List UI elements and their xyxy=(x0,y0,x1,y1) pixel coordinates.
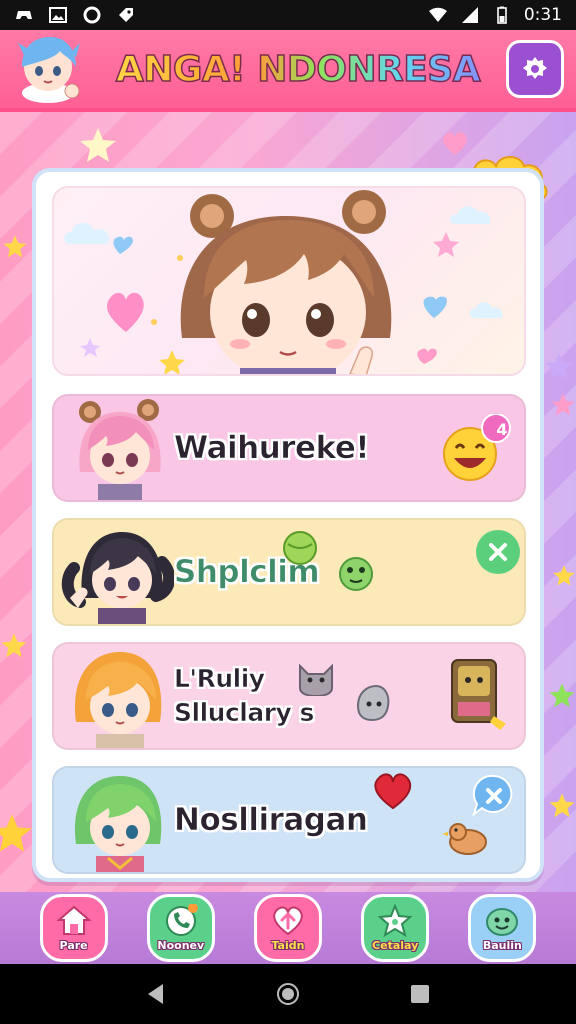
settings-button[interactable] xyxy=(506,40,564,98)
star-decoration-icon xyxy=(80,128,116,162)
back-icon[interactable] xyxy=(143,981,169,1007)
star-decoration-icon xyxy=(3,235,27,258)
menu-item-label-line2: Slluclary s xyxy=(174,698,315,728)
bear-girl-illustration xyxy=(64,190,503,374)
nav-item-taidn[interactable]: Taidn xyxy=(253,894,322,962)
nav-item-cetalay[interactable]: Cetalay xyxy=(361,894,430,962)
green-frog-icon xyxy=(339,557,373,591)
green-hair-boy-avatar xyxy=(54,768,174,872)
nav-label: Baulin xyxy=(482,939,522,952)
rock-icon xyxy=(356,684,390,722)
menu-item-shplclim[interactable]: Shplclim xyxy=(52,518,526,626)
green-ball-icon xyxy=(283,531,317,565)
menu-item-label: Noslliragan xyxy=(174,802,369,839)
chat-bubble-icon xyxy=(472,774,513,817)
heart-arrow-icon xyxy=(273,906,303,936)
nav-item-baulin[interactable]: Baulin xyxy=(468,894,537,962)
red-heart-icon xyxy=(374,773,412,810)
cat-icon xyxy=(299,663,333,696)
nav-label: Noonev xyxy=(157,939,205,952)
star-decoration-icon xyxy=(551,393,575,416)
book-character-icon xyxy=(451,659,506,730)
smiley-icon xyxy=(486,908,519,936)
hero-banner xyxy=(52,186,526,376)
star-decoration-icon xyxy=(545,353,573,379)
nav-label: Cetalay xyxy=(372,939,419,952)
pink-bear-girl-avatar xyxy=(54,396,174,500)
clock: 0:31 xyxy=(523,5,562,25)
nav-item-noonev[interactable]: Noonev xyxy=(146,894,215,962)
star-decoration-icon xyxy=(549,793,575,818)
image-icon xyxy=(48,5,68,25)
nav-label: Pare xyxy=(59,939,88,952)
menu-item-label: Waihureke! xyxy=(174,430,370,467)
dark-hair-girl-avatar xyxy=(54,520,176,624)
settings-icon xyxy=(523,57,547,79)
circle-icon xyxy=(82,5,102,25)
star-icon xyxy=(377,904,413,938)
close-icon xyxy=(489,543,507,561)
duck-icon xyxy=(442,823,487,855)
app-title: ANGA! NDONRESA xyxy=(90,48,506,91)
status-bar: 0:31 xyxy=(0,0,576,30)
close-button[interactable] xyxy=(476,530,520,574)
nav-item-pare[interactable]: Pare xyxy=(39,894,108,962)
home-icon xyxy=(55,905,92,935)
menu-item-waihureke[interactable]: Waihureke! 4 xyxy=(52,394,526,502)
orange-hair-boy-avatar xyxy=(54,644,174,748)
game-icon xyxy=(14,5,34,25)
phone-icon xyxy=(165,904,198,936)
menu-item-ruliy-sluclary[interactable]: L'Ruliy Slluclary s xyxy=(52,642,526,750)
app-header: ANGA! NDONRESA xyxy=(0,30,576,112)
wifi-icon xyxy=(428,5,448,25)
notification-badge: 4 xyxy=(496,420,508,439)
home-circle-icon[interactable] xyxy=(275,981,301,1007)
battery-icon xyxy=(492,5,512,25)
system-navigation-bar xyxy=(0,964,576,1024)
star-decoration-icon xyxy=(0,814,32,852)
bottom-nav: Pare Noonev Taidn Cetalay Baulin xyxy=(0,892,576,964)
menu-item-nosliragan[interactable]: Noslliragan xyxy=(52,766,526,874)
mascot-avatar xyxy=(12,33,90,105)
menu-item-label-line1: L'Ruliy xyxy=(174,664,266,694)
star-decoration-icon xyxy=(553,565,575,586)
star-decoration-icon xyxy=(1,633,27,658)
recents-icon[interactable] xyxy=(407,981,433,1007)
tag-icon xyxy=(116,5,136,25)
star-decoration-icon xyxy=(549,683,575,708)
nav-label: Taidn xyxy=(271,939,305,952)
signal-icon xyxy=(460,5,480,25)
menu-panel: Waihureke! 4 Shplclim L'Ruliy Slluclary … xyxy=(32,168,544,882)
